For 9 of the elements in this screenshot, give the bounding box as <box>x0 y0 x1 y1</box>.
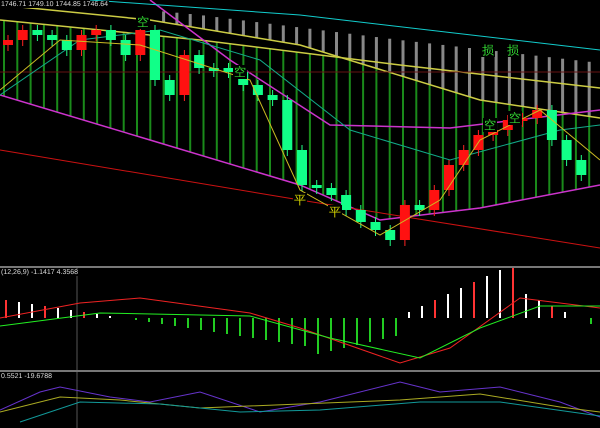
signal-label: 损 <box>506 43 520 57</box>
signal-label: 空 <box>136 15 150 29</box>
signal-label: 平 <box>293 193 307 207</box>
signal-label: 损 <box>481 43 495 57</box>
signal-label: 空 <box>483 118 497 132</box>
signal-label: 平 <box>328 205 342 219</box>
signal-label: 空 <box>508 111 522 125</box>
signal-label: 空 <box>233 65 247 79</box>
cursor-line <box>76 372 78 428</box>
